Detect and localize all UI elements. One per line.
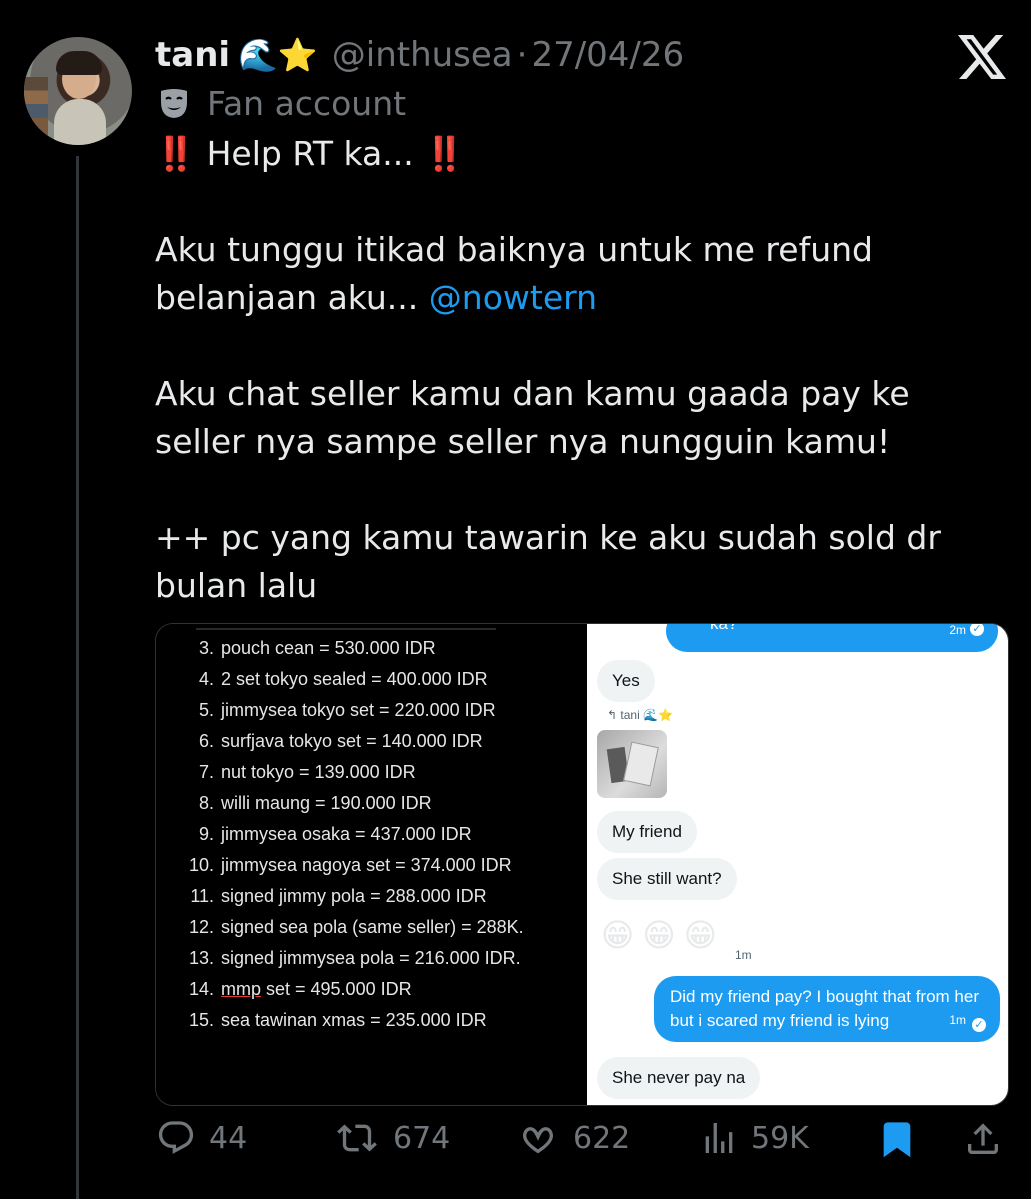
like-button[interactable]: 622 bbox=[515, 1118, 630, 1158]
list-item-number: 9. bbox=[198, 824, 214, 844]
list-item-number: 5. bbox=[198, 700, 214, 720]
author-name-emoji: 🌊⭐ bbox=[238, 36, 318, 74]
list-item-text: signed jimmy pola = 288.000 IDR bbox=[221, 886, 487, 906]
post-date[interactable]: 27/04/26 bbox=[531, 35, 684, 75]
media-chat-screenshot: ka? 2m ✓ Yes ↰ tani 🌊⭐ My friend She sti… bbox=[587, 624, 1008, 1105]
list-item-text: signed sea pola (same seller) = 288K. bbox=[221, 917, 524, 937]
bookmark-icon bbox=[883, 1122, 911, 1158]
list-item-number: 14. bbox=[188, 979, 214, 999]
chat-partial-text: ka? bbox=[710, 623, 738, 633]
list-item-number: 4. bbox=[198, 669, 214, 689]
views-icon bbox=[705, 1123, 733, 1153]
list-item-number: 13. bbox=[188, 948, 214, 968]
list-item-text: willi maung = 190.000 IDR bbox=[221, 793, 432, 813]
post-paragraph-3: Aku chat seller kamu dan kamu gaada pay … bbox=[155, 374, 910, 461]
repost-button[interactable]: 674 bbox=[333, 1118, 450, 1158]
bookmark-button[interactable] bbox=[877, 1118, 929, 1160]
media-list-screenshot: 3. pouch cean = 530.000 IDR 4. 2 set tokyo … bbox=[156, 624, 586, 1105]
repost-icon bbox=[337, 1124, 377, 1152]
views-button[interactable]: 59K bbox=[699, 1118, 809, 1158]
reply-to-label: ↰ tani 🌊⭐ bbox=[607, 708, 673, 722]
thumbnail-card bbox=[623, 741, 659, 787]
list-item-text: nut tokyo = 139.000 IDR bbox=[221, 762, 416, 782]
chat-bubble-still-want: She still want? bbox=[597, 858, 737, 900]
chat-bubble-my-friend: My friend bbox=[597, 811, 697, 853]
list-item-number: 11. bbox=[190, 886, 214, 906]
chat-bubble-question: Did my friend pay? I bought that from he… bbox=[654, 976, 1000, 1042]
chat-bubble-never-pay: She never pay na bbox=[597, 1057, 761, 1099]
reply-count: 44 bbox=[209, 1120, 248, 1156]
account-label-text: Fan account bbox=[207, 84, 407, 123]
post-paragraph-2: Aku tunggu itikad baiknya untuk me refun… bbox=[155, 226, 985, 322]
list-item-text: surfjava tokyo set = 140.000 IDR bbox=[221, 731, 483, 751]
chat-image-thumbnail[interactable] bbox=[597, 730, 667, 798]
list-item-text: sea tawinan xmas = 235.000 IDR bbox=[221, 1010, 487, 1030]
post-paragraph-4: ++ pc yang kamu tawarin ke aku sudah sol… bbox=[155, 518, 941, 605]
separator-dot: · bbox=[516, 35, 528, 75]
check-icon: ✓ bbox=[972, 1018, 986, 1032]
author-avatar[interactable] bbox=[24, 37, 132, 145]
chat-top-time: 2m bbox=[949, 623, 966, 637]
account-label: Fan account bbox=[157, 84, 406, 123]
list-item-text: signed jimmysea pola = 216.000 IDR. bbox=[221, 948, 521, 968]
heart-icon bbox=[523, 1127, 553, 1154]
avatar-background bbox=[24, 77, 48, 145]
list-item-text: jimmysea tokyo set = 220.000 IDR bbox=[221, 700, 496, 720]
double-exclamation-icon: ‼️ bbox=[424, 134, 466, 173]
list-item-number: 3. bbox=[198, 638, 214, 658]
share-icon bbox=[968, 1123, 998, 1154]
like-count: 622 bbox=[573, 1120, 631, 1156]
x-logo-icon bbox=[958, 35, 1006, 79]
share-button[interactable] bbox=[963, 1118, 1015, 1160]
double-exclamation-icon: ‼️ bbox=[155, 134, 197, 173]
author-name[interactable]: tani bbox=[155, 35, 230, 75]
list-item-text: mmp set = 495.000 IDR bbox=[221, 979, 412, 1000]
theater-mask-icon bbox=[161, 88, 187, 118]
chat-question-text: Did my friend pay? I bought that from he… bbox=[670, 987, 979, 1030]
post-line-1-text: Help RT ka... bbox=[206, 134, 414, 173]
reply-button[interactable]: 44 bbox=[155, 1118, 247, 1158]
views-count: 59K bbox=[751, 1120, 809, 1156]
avatar-hair bbox=[56, 51, 102, 75]
list-item-rest: set = 495.000 IDR bbox=[261, 979, 412, 999]
post-actions-bar: 44 674 622 59K bbox=[155, 1118, 1005, 1178]
list-item-text: pouch cean = 530.000 IDR bbox=[221, 638, 436, 658]
list-item-number: 8. bbox=[198, 793, 214, 813]
post-line-1: ‼️ Help RT ka... ‼️ bbox=[155, 130, 985, 178]
question-time: 1m bbox=[949, 1013, 966, 1027]
reply-icon bbox=[158, 1121, 194, 1154]
author-handle[interactable]: @inthusea bbox=[332, 35, 513, 75]
thread-line bbox=[76, 156, 79, 1199]
list-item-text: 2 set tokyo sealed = 400.000 IDR bbox=[221, 669, 488, 689]
post-text: ‼️ Help RT ka... ‼️ Aku tunggu itikad ba… bbox=[155, 130, 985, 610]
list-item-number: 6. bbox=[198, 731, 214, 751]
list-item-text: jimmysea nagoya set = 374.000 IDR bbox=[221, 855, 512, 875]
post-header: tani 🌊⭐ @inthusea · 27/04/26 bbox=[155, 30, 684, 80]
avatar-shirt bbox=[54, 99, 106, 145]
check-icon: ✓ bbox=[970, 624, 984, 636]
chat-emoji-time: 1m bbox=[735, 948, 752, 962]
chat-emoji-row: 😁😁😁 bbox=[601, 916, 726, 954]
list-item-number: 10. bbox=[188, 855, 214, 875]
mention-link[interactable]: @nowtern bbox=[429, 278, 597, 317]
cut-off-line bbox=[196, 624, 496, 630]
list-item-text: jimmysea osaka = 437.000 IDR bbox=[221, 824, 472, 844]
repost-count: 674 bbox=[393, 1120, 451, 1156]
list-item-number: 12. bbox=[188, 917, 214, 937]
post-media[interactable]: 3. pouch cean = 530.000 IDR 4. 2 set tokyo … bbox=[155, 623, 1009, 1106]
chat-bubble-sent-partial: ka? 2m ✓ bbox=[666, 623, 998, 652]
list-item-number: 15. bbox=[188, 1010, 214, 1030]
list-item-underlined: mmp bbox=[221, 979, 261, 999]
chat-bubble-yes: Yes bbox=[597, 660, 655, 702]
list-item-number: 7. bbox=[198, 762, 214, 782]
